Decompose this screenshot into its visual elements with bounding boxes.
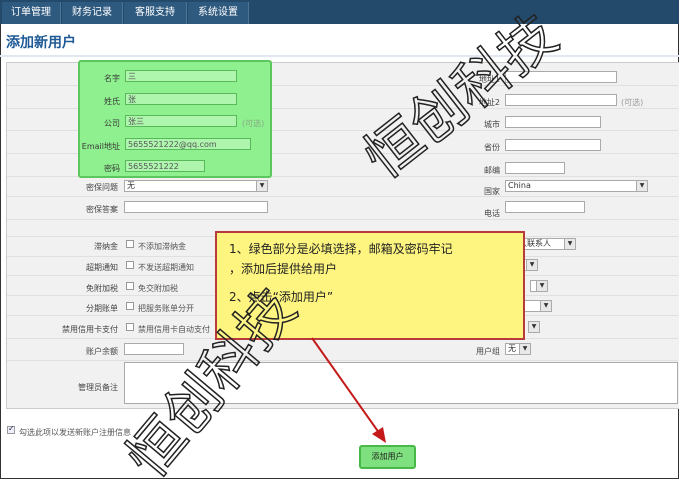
- red-arrow-icon: [311, 337, 386, 443]
- add-user-button[interactable]: 添加用户: [359, 445, 416, 469]
- add-user-button-label: 添加用户: [371, 452, 404, 461]
